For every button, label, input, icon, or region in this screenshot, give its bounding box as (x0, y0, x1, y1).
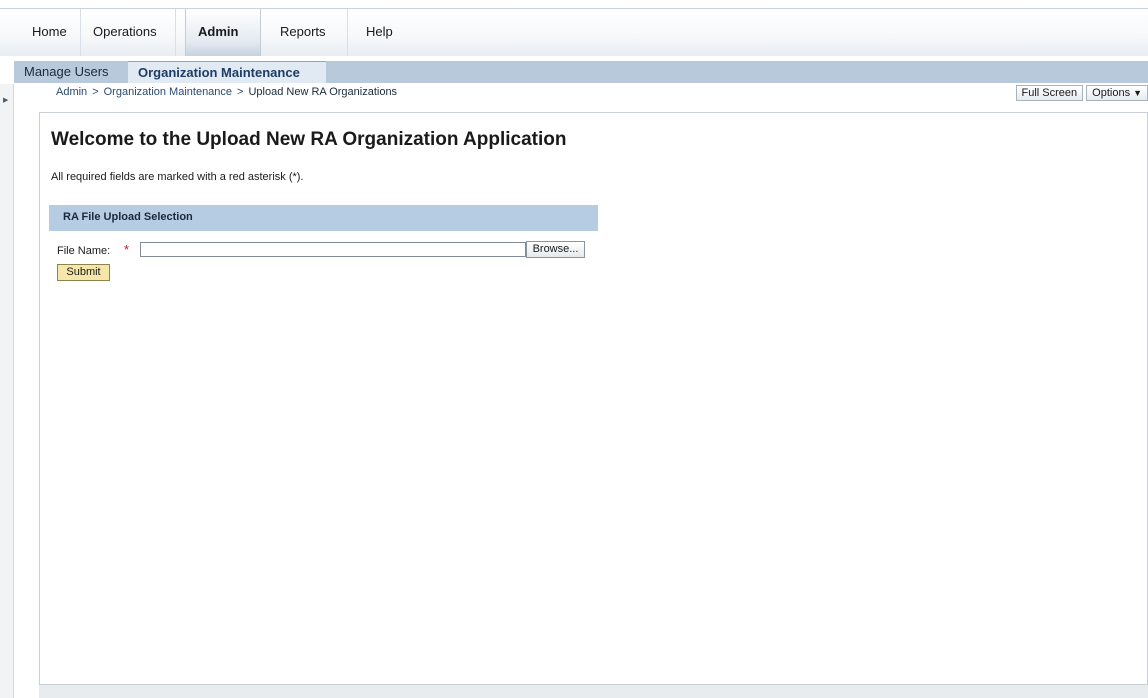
page-title: Welcome to the Upload New RA Organizatio… (51, 129, 567, 150)
section-header: RA File Upload Selection (49, 205, 598, 231)
sub-nav: Manage Users Organization Maintenance (14, 61, 1148, 83)
browse-button[interactable]: Browse... (526, 241, 585, 258)
tab-home[interactable]: Home (20, 9, 81, 56)
tab-admin[interactable]: Admin (185, 9, 261, 56)
tab-reports[interactable]: Reports (268, 9, 348, 56)
expand-arrow-icon[interactable]: ▶ (3, 96, 8, 104)
file-name-label: File Name: (57, 245, 111, 257)
required-fields-note: All required fields are marked with a re… (51, 171, 304, 183)
section-title: RA File Upload Selection (63, 211, 193, 223)
app-window: Home Operations Admin Reports Help Manag… (0, 0, 1148, 698)
required-asterisk: * (124, 242, 130, 257)
tab-help[interactable]: Help (354, 9, 404, 56)
full-screen-button[interactable]: Full Screen (1015, 85, 1084, 101)
breadcrumb-separator: > (92, 86, 99, 98)
chevron-down-icon: ▼ (1133, 88, 1142, 98)
submit-button[interactable]: Submit (57, 264, 110, 281)
breadcrumb-current: Upload New RA Organizations (248, 86, 398, 98)
left-panel-collapse-strip[interactable]: ▶ (0, 84, 14, 698)
breadcrumb: Admin > Organization Maintenance > Upload Ne… (56, 86, 397, 98)
subtab-organization-maintenance[interactable]: Organization Maintenance (128, 61, 326, 83)
content-panel: Welcome to the Upload New RA Organizatio… (39, 112, 1148, 685)
file-name-input[interactable] (140, 242, 526, 257)
breadcrumb-link-admin[interactable]: Admin (56, 86, 87, 98)
page-tools: Full Screen Options ▼ (1013, 85, 1148, 101)
content-bottom-bar (39, 685, 1148, 698)
options-label: Options (1092, 87, 1131, 99)
subtab-manage-users[interactable]: Manage Users (14, 61, 119, 83)
breadcrumb-separator: > (237, 86, 244, 98)
tab-operations[interactable]: Operations (81, 9, 176, 56)
options-menu-button[interactable]: Options ▼ (1086, 85, 1148, 101)
top-nav: Home Operations Admin Reports Help (0, 8, 1148, 56)
breadcrumb-link-organization-maintenance[interactable]: Organization Maintenance (104, 86, 232, 98)
breadcrumb-row: Admin > Organization Maintenance > Upload Ne… (14, 84, 1148, 102)
